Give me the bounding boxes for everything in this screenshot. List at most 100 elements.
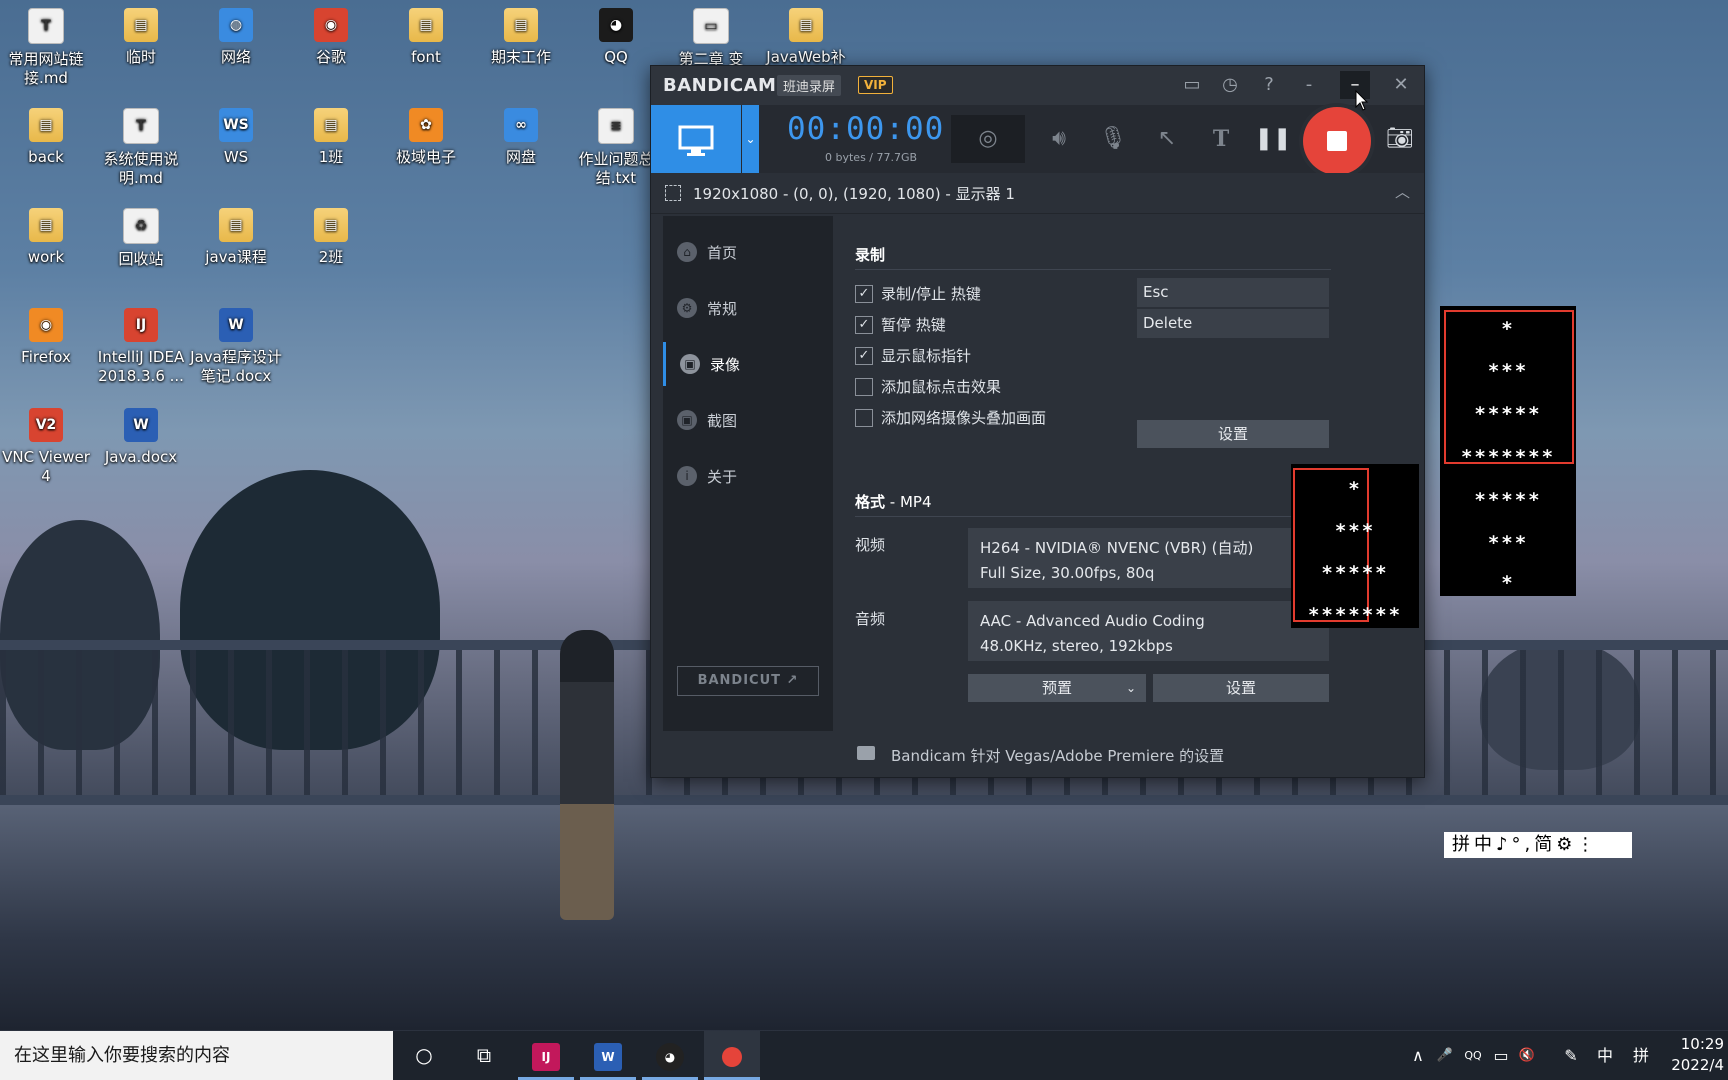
task-view-icon[interactable]: ⧉ bbox=[456, 1031, 512, 1080]
sidebar-item-home[interactable]: ⌂ 首页 bbox=[663, 230, 833, 274]
microphone-icon[interactable]: 🎙︎ bbox=[1091, 115, 1135, 163]
selection-icon bbox=[665, 185, 681, 201]
taskbar-qq[interactable]: ◕ bbox=[642, 1031, 698, 1080]
tray-overflow-icon[interactable]: ∧ bbox=[1406, 1031, 1430, 1080]
desktop-icon[interactable]: ◉ Firefox bbox=[0, 304, 92, 367]
taskbar-intellij[interactable]: IJ bbox=[518, 1031, 574, 1080]
webcam-settings-button[interactable]: 设置 bbox=[1137, 420, 1329, 448]
format-settings-button[interactable]: 设置 bbox=[1153, 674, 1329, 702]
desktop-icon[interactable]: ◍ 网络 bbox=[190, 4, 282, 67]
option-label: 添加网络摄像头叠加画面 bbox=[881, 409, 1047, 427]
pause-hotkey-field[interactable]: Delete bbox=[1137, 309, 1329, 338]
desktop-icon-label: java课程 bbox=[205, 248, 267, 266]
mode-dropdown-button[interactable]: ⌄ bbox=[742, 105, 759, 173]
audio-format-box[interactable]: AAC - Advanced Audio Coding 48.0KHz, ste… bbox=[968, 601, 1329, 661]
desktop-icon[interactable]: ▤ 1班 bbox=[285, 104, 377, 167]
bandicam-footer[interactable]: Bandicam 针对 Vegas/Adobe Premiere 的设置 bbox=[651, 734, 1424, 776]
speaker-icon[interactable]: 🔊︎ bbox=[1037, 115, 1081, 163]
bandicam-titlebar[interactable]: BANDICAM 班迪录屏 VIP ▭ ◷ ? - – ✕ bbox=[651, 66, 1424, 105]
stop-record-button[interactable] bbox=[1303, 107, 1371, 175]
star-line: ***** bbox=[1474, 489, 1542, 511]
desktop-icon[interactable]: ≡ 作业问题总 结.txt bbox=[570, 104, 662, 188]
text-overlay-icon[interactable]: T bbox=[1199, 115, 1243, 163]
checkbox-click-effect[interactable] bbox=[855, 378, 873, 396]
folder-icon[interactable]: ▭ bbox=[1177, 71, 1207, 99]
video-format-box[interactable]: H264 - NVIDIA® NVENC (VBR) (自动) Full Siz… bbox=[968, 528, 1329, 588]
pause-icon[interactable]: ❚❚ bbox=[1251, 115, 1295, 163]
capture-area-bar[interactable]: 1920x1080 - (0, 0), (1920, 1080) - 显示器 1… bbox=[651, 173, 1424, 214]
checkbox-pause-hotkey[interactable]: ✓ bbox=[855, 316, 873, 334]
desktop-icon[interactable]: ✿ 极域电子 bbox=[380, 104, 472, 167]
checkbox-webcam-overlay[interactable] bbox=[855, 409, 873, 427]
desktop-icon-label: WS bbox=[223, 148, 249, 166]
desktop-icon[interactable]: ▤ work bbox=[0, 204, 92, 267]
sidebar-item-about[interactable]: i 关于 bbox=[663, 454, 833, 498]
camera-icon[interactable]: 📷︎ bbox=[1378, 115, 1422, 163]
desktop-icon[interactable]: ∞ 网盘 bbox=[475, 104, 567, 167]
star-pattern-window-1[interactable]: * *** ***** ******* bbox=[1291, 464, 1419, 628]
ime-mode-indicator[interactable]: 拼 bbox=[1626, 1031, 1656, 1080]
desktop-icon[interactable]: ▤ 临时 bbox=[95, 4, 187, 67]
desktop-icon[interactable]: WS WS bbox=[190, 104, 282, 167]
cursor-effect-icon[interactable]: ↖ bbox=[1145, 115, 1189, 163]
checkbox-show-cursor[interactable]: ✓ bbox=[855, 347, 873, 365]
sidebar-item-label: 截图 bbox=[707, 412, 738, 430]
sidebar-item-general[interactable]: ⚙ 常规 bbox=[663, 286, 833, 330]
webcam-icon[interactable]: ◎ bbox=[951, 115, 1025, 163]
help-icon[interactable]: ? bbox=[1254, 71, 1284, 99]
folder-file-icon: ▤ bbox=[219, 208, 253, 242]
desktop-icon[interactable]: ▤ 2班 bbox=[285, 204, 377, 267]
screen-mode-button[interactable] bbox=[651, 105, 741, 173]
cortana-icon[interactable]: ○ bbox=[396, 1031, 452, 1080]
bandicut-button[interactable]: BANDICUT ↗ bbox=[677, 666, 819, 696]
desktop-icon[interactable]: T 系统使用说 明.md bbox=[95, 104, 187, 188]
ime-language-indicator[interactable]: 中 bbox=[1590, 1031, 1620, 1080]
ime-toolbar[interactable]: 拼中♪°,简⚙⋮ bbox=[1444, 832, 1632, 858]
checkbox-record-hotkey[interactable]: ✓ bbox=[855, 285, 873, 303]
close-icon[interactable]: ✕ bbox=[1386, 71, 1416, 99]
taskbar: 在这里输入你要搜索的内容 ○ ⧉ IJ W ◕ ∧ 🎤 QQ ▭ 🔇 ✎ 中 拼… bbox=[0, 1031, 1728, 1080]
record-hotkey-field[interactable]: Esc bbox=[1137, 278, 1329, 307]
folder-file-icon: ▤ bbox=[29, 208, 63, 242]
taskbar-search-input[interactable]: 在这里输入你要搜索的内容 bbox=[0, 1031, 393, 1080]
pen-icon[interactable]: ✎ bbox=[1558, 1031, 1584, 1080]
sidebar-item-label: 关于 bbox=[707, 468, 738, 486]
desktop-icon[interactable]: W Java程序设计 笔记.docx bbox=[190, 304, 282, 386]
taskbar-clock[interactable]: 10:29 2022/4 bbox=[1670, 1034, 1728, 1076]
desktop-icon[interactable]: W Java.docx bbox=[95, 404, 187, 467]
sidebar-item-screenshot[interactable]: ▣ 截图 bbox=[663, 398, 833, 442]
volume-muted-icon[interactable]: 🔇 bbox=[1514, 1031, 1540, 1080]
taskbar-bandicam[interactable] bbox=[704, 1031, 760, 1080]
sidebar-item-video[interactable]: ▣ 录像 bbox=[663, 342, 836, 386]
desktop-icon[interactable]: ♻ 回收站 bbox=[95, 204, 187, 269]
preset-dropdown[interactable]: 预置 ⌄ bbox=[968, 674, 1146, 702]
desktop-icon[interactable]: ◕ QQ bbox=[570, 4, 662, 67]
desktop-icon[interactable]: T 常用网站链 接.md bbox=[0, 4, 92, 88]
qq-tray-icon[interactable]: QQ bbox=[1460, 1031, 1486, 1080]
taskbar-word[interactable]: W bbox=[580, 1031, 636, 1080]
star-pattern-window-2[interactable]: * *** ***** ******* ***** *** * bbox=[1440, 306, 1576, 596]
desktop-icon[interactable]: ▤ JavaWeb补 bbox=[760, 4, 852, 67]
clock-icon[interactable]: ◷ bbox=[1215, 71, 1245, 99]
footer-link[interactable]: Bandicam 针对 Vegas/Adobe Premiere 的设置 bbox=[891, 745, 1224, 766]
desktop-icon[interactable]: ▭ 第二章 变 bbox=[665, 4, 757, 69]
blue-file-icon: WS bbox=[219, 108, 253, 142]
red-file-icon: ◉ bbox=[314, 8, 348, 42]
desktop-icon[interactable]: ▤ java课程 bbox=[190, 204, 282, 267]
desktop-icon[interactable]: ▤ 期末工作 bbox=[475, 4, 567, 67]
microphone-tray-icon[interactable]: 🎤 bbox=[1432, 1031, 1458, 1080]
chevron-up-icon[interactable]: ︿ bbox=[1395, 181, 1410, 202]
battery-icon[interactable]: ▭ bbox=[1488, 1031, 1514, 1080]
star-line: * bbox=[1501, 572, 1515, 594]
vip-badge[interactable]: VIP bbox=[858, 76, 893, 94]
qq-file-icon: ◕ bbox=[599, 8, 633, 42]
desktop-icon[interactable]: IJ IntelliJ IDEA 2018.3.6 ... bbox=[95, 304, 187, 386]
star-line: * bbox=[1501, 318, 1515, 340]
desktop-icon[interactable]: ◉ 谷歌 bbox=[285, 4, 377, 67]
desktop-icon[interactable]: V2 VNC Viewer 4 bbox=[0, 404, 92, 486]
settings-dash-icon[interactable]: - bbox=[1294, 71, 1324, 99]
desktop-icon[interactable]: ▤ back bbox=[0, 104, 92, 167]
desktop-icon[interactable]: ▤ font bbox=[380, 4, 472, 67]
desktop-icon-label: 期末工作 bbox=[490, 48, 551, 66]
sidebar-item-label: 常规 bbox=[707, 300, 738, 318]
